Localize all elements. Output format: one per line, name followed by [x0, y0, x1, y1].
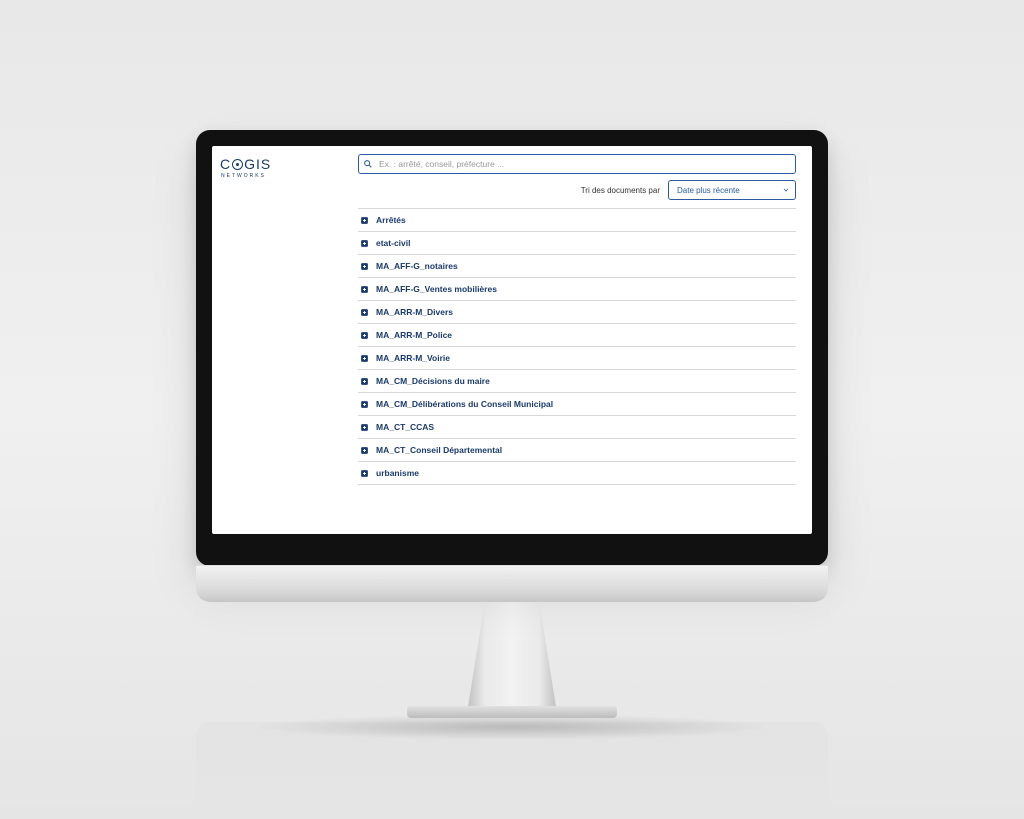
monitor-chin — [196, 565, 828, 602]
list-item[interactable]: MA_AFF-G_Ventes mobilières — [358, 278, 796, 301]
logo-suffix: GIS — [244, 156, 271, 172]
plus-square-icon — [360, 400, 369, 409]
plus-square-icon — [360, 354, 369, 363]
list-item[interactable]: MA_CT_CCAS — [358, 416, 796, 439]
logo-text: C GIS — [220, 156, 271, 172]
list-item[interactable]: MA_ARR-M_Divers — [358, 301, 796, 324]
category-label: etat-civil — [376, 238, 411, 248]
category-label: MA_AFF-G_notaires — [376, 261, 458, 271]
list-item[interactable]: Arrêtés — [358, 208, 796, 232]
monitor-reflection — [196, 722, 828, 812]
logo-prefix: C — [220, 156, 231, 172]
main-panel: Tri des documents par Date plus récente … — [358, 146, 812, 534]
plus-square-icon — [360, 239, 369, 248]
search-input[interactable] — [358, 154, 796, 174]
logo: C GIS NETWORKS — [220, 156, 358, 179]
sidebar: C GIS NETWORKS — [212, 146, 358, 534]
app-root: C GIS NETWORKS — [212, 146, 812, 534]
plus-square-icon — [360, 446, 369, 455]
category-label: Arrêtés — [376, 215, 406, 225]
monitor-foot — [407, 706, 617, 718]
category-label: MA_ARR-M_Divers — [376, 307, 453, 317]
sort-selected-value: Date plus récente — [677, 186, 740, 195]
search-wrap — [358, 154, 796, 174]
category-label: MA_CM_Décisions du maire — [376, 376, 490, 386]
list-item[interactable]: etat-civil — [358, 232, 796, 255]
plus-square-icon — [360, 262, 369, 271]
plus-square-icon — [360, 285, 369, 294]
list-item[interactable]: MA_AFF-G_notaires — [358, 255, 796, 278]
plus-square-icon — [360, 331, 369, 340]
plus-square-icon — [360, 308, 369, 317]
chevron-down-icon — [782, 186, 790, 194]
screen: C GIS NETWORKS — [212, 146, 812, 534]
logo-subtitle: NETWORKS — [221, 173, 266, 179]
category-label: MA_ARR-M_Voirie — [376, 353, 450, 363]
list-item[interactable]: MA_ARR-M_Voirie — [358, 347, 796, 370]
logo-globe-icon — [232, 159, 243, 170]
monitor-stand — [467, 601, 557, 713]
category-label: MA_CM_Délibérations du Conseil Municipal — [376, 399, 553, 409]
sort-select[interactable]: Date plus récente — [668, 180, 796, 200]
category-label: MA_CT_CCAS — [376, 422, 434, 432]
category-label: MA_CT_Conseil Départemental — [376, 445, 502, 455]
category-label: MA_ARR-M_Police — [376, 330, 452, 340]
list-item[interactable]: urbanisme — [358, 462, 796, 485]
plus-square-icon — [360, 377, 369, 386]
plus-square-icon — [360, 423, 369, 432]
list-item[interactable]: MA_CM_Délibérations du Conseil Municipal — [358, 393, 796, 416]
sort-row: Tri des documents par Date plus récente — [358, 180, 796, 200]
search-icon — [363, 159, 373, 169]
monitor-frame: C GIS NETWORKS — [196, 130, 828, 566]
mockup-stage: C GIS NETWORKS — [0, 0, 1024, 819]
list-item[interactable]: MA_CT_Conseil Départemental — [358, 439, 796, 462]
category-label: urbanisme — [376, 468, 419, 478]
list-item[interactable]: MA_CM_Décisions du maire — [358, 370, 796, 393]
plus-square-icon — [360, 469, 369, 478]
sort-label: Tri des documents par — [581, 186, 660, 195]
category-label: MA_AFF-G_Ventes mobilières — [376, 284, 497, 294]
list-item[interactable]: MA_ARR-M_Police — [358, 324, 796, 347]
category-list: Arrêtés etat-civil MA_AFF-G_notaires MA_AFF… — [358, 208, 796, 485]
plus-square-icon — [360, 216, 369, 225]
